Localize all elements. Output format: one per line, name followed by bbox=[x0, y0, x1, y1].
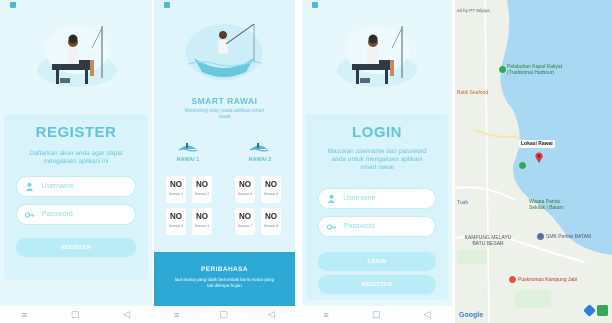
map-land bbox=[455, 0, 612, 323]
kampung-label: KAMPUNG MELAYU BATU BESAR bbox=[464, 235, 512, 247]
login-card: LOGIN Masukan username dan password anda… bbox=[306, 114, 448, 300]
fisherman-illustration bbox=[32, 20, 122, 92]
app-status-icon bbox=[312, 2, 318, 8]
status-bar bbox=[0, 0, 152, 10]
sensor-name: Sensor 6 bbox=[263, 192, 279, 196]
username-input[interactable] bbox=[343, 195, 435, 202]
park-pin[interactable] bbox=[519, 162, 526, 169]
sensor-name: Sensor 2 bbox=[194, 192, 210, 196]
map-attribution: ed by PT Wijaya bbox=[457, 8, 490, 13]
sensor-status: NO bbox=[265, 212, 277, 221]
relay-sensor-1[interactable]: NO Sensor 1 bbox=[166, 176, 186, 203]
home-nav-icon[interactable]: ▢ bbox=[71, 309, 80, 320]
status-bar bbox=[154, 0, 295, 10]
relay-sensor-6[interactable]: NO Sensor 6 bbox=[261, 176, 281, 203]
login-title: LOGIN bbox=[352, 124, 402, 141]
sensor-name: Sensor 5 bbox=[237, 192, 253, 196]
app-subtitle: Monitoring relay pada aplikasi smart raw… bbox=[184, 108, 265, 120]
password-input[interactable] bbox=[344, 223, 435, 230]
smk-pin[interactable] bbox=[537, 233, 544, 240]
password-field[interactable] bbox=[318, 216, 436, 237]
app-status-icon bbox=[164, 2, 170, 8]
system-nav-bar: ≡ ▢ ◁ bbox=[302, 306, 452, 323]
relay-sensor-4[interactable]: NO Sensor 4 bbox=[192, 208, 212, 235]
sensor-status: NO bbox=[170, 212, 182, 221]
screenshot-collage: REGISTER Daftarkan akun anda agar dapat … bbox=[0, 0, 612, 323]
username-input[interactable] bbox=[41, 183, 135, 190]
register-screen: REGISTER Daftarkan akun anda agar dapat … bbox=[0, 0, 152, 323]
register-button[interactable]: REGISTER bbox=[318, 275, 436, 294]
menu-nav-icon[interactable]: ≡ bbox=[22, 310, 27, 320]
sensor-status: NO bbox=[239, 180, 251, 189]
system-nav-bar: ≡ ▢ ◁ bbox=[154, 306, 295, 323]
sensor-status: NO bbox=[196, 212, 208, 221]
relay-sensor-8[interactable]: NO Sensor 8 bbox=[261, 208, 281, 235]
username-field[interactable] bbox=[16, 176, 136, 197]
relay-sensor-2[interactable]: NO Sensor 2 bbox=[192, 176, 212, 203]
boat-fishing-illustration bbox=[182, 18, 267, 88]
back-nav-icon[interactable]: ◁ bbox=[123, 309, 130, 320]
key-icon bbox=[25, 210, 35, 220]
app-title: SMART RAWAI bbox=[191, 96, 258, 106]
rawai-2-icon bbox=[249, 140, 269, 154]
password-field[interactable] bbox=[16, 204, 136, 225]
key-icon bbox=[327, 222, 337, 232]
fisherman-illustration bbox=[332, 20, 422, 92]
map-screen[interactable]: ed by PT Wijaya Pelabuhan Kapal Rakyat (… bbox=[455, 0, 612, 323]
sensor-name: Sensor 4 bbox=[194, 224, 210, 228]
relay-sensor-3[interactable]: NO Sensor 3 bbox=[166, 208, 186, 235]
sensor-status: NO bbox=[239, 212, 251, 221]
peribahasa-text: laut mana yang tidak berombak bumi mana … bbox=[174, 277, 275, 288]
user-icon bbox=[327, 194, 336, 204]
home-nav-icon[interactable]: ▢ bbox=[372, 309, 381, 320]
login-screen: LOGIN Masukan username dan password anda… bbox=[302, 0, 452, 323]
user-icon bbox=[25, 182, 34, 192]
rawai-2-label: RAWAI 2 bbox=[248, 157, 272, 163]
login-button[interactable]: LOGIN bbox=[318, 252, 436, 271]
peribahasa-banner: PERIBAHASA laut mana yang tidak berombak… bbox=[154, 252, 295, 306]
sensor-name: Sensor 7 bbox=[237, 224, 253, 228]
app-status-icon bbox=[10, 2, 16, 8]
rawai-1-icon bbox=[178, 140, 198, 154]
back-nav-icon[interactable]: ◁ bbox=[268, 309, 275, 320]
relay-sensor-5[interactable]: NO Sensor 5 bbox=[235, 176, 255, 203]
status-bar bbox=[302, 0, 452, 10]
lokasi-rawai-label: Lokasi Rawai bbox=[519, 140, 555, 148]
smk-label: SMK Pertiwi BATAM bbox=[546, 234, 592, 240]
system-nav-bar: ≡ ▢ ◁ bbox=[0, 306, 152, 323]
sensor-status: NO bbox=[265, 180, 277, 189]
harbour-label: Pelabuhan Kapal Rakyat (Tradisional Harb… bbox=[507, 64, 563, 76]
sensor-name: Sensor 8 bbox=[263, 224, 279, 228]
register-title: REGISTER bbox=[35, 124, 117, 141]
sensor-status: NO bbox=[170, 180, 182, 189]
puskesmas-label: Puskesmas Kampung Jabi bbox=[518, 277, 578, 283]
username-field[interactable] bbox=[318, 188, 436, 209]
sensor-status: NO bbox=[196, 180, 208, 189]
password-input[interactable] bbox=[42, 211, 135, 218]
rawai-1-label: RAWAI 1 bbox=[176, 157, 200, 163]
relay-sensor-7[interactable]: NO Sensor 7 bbox=[235, 208, 255, 235]
login-subtitle: Masukan username dan password anda untuk… bbox=[327, 148, 427, 171]
register-button[interactable]: REGISTER bbox=[16, 238, 136, 257]
sensor-name: Sensor 1 bbox=[168, 192, 184, 196]
home-nav-icon[interactable]: ▢ bbox=[219, 309, 228, 320]
sensor-name: Sensor 3 bbox=[168, 224, 184, 228]
wisata-label: Wisata Pantai Sekilak | Batam bbox=[529, 199, 564, 211]
seafood-label: Batik Seafood bbox=[457, 90, 489, 96]
monitor-screen: SMART RAWAI Monitoring relay pada aplika… bbox=[154, 0, 295, 323]
register-card: REGISTER Daftarkan akun anda agar dapat … bbox=[4, 114, 148, 280]
puskesmas-pin[interactable] bbox=[509, 276, 516, 283]
menu-nav-icon[interactable]: ≡ bbox=[324, 310, 329, 320]
maps-app-icon[interactable] bbox=[597, 305, 608, 316]
back-nav-icon[interactable]: ◁ bbox=[424, 309, 431, 320]
lokasi-rawai-pin[interactable] bbox=[535, 150, 543, 163]
tuah-label: Tuah bbox=[457, 200, 469, 206]
register-subtitle: Daftarkan akun anda agar dapat mengakses… bbox=[29, 150, 123, 165]
peribahasa-title: PERIBAHASA bbox=[201, 266, 248, 273]
harbour-pin[interactable] bbox=[499, 66, 506, 73]
menu-nav-icon[interactable]: ≡ bbox=[174, 310, 179, 320]
google-logo: Google bbox=[459, 312, 484, 319]
